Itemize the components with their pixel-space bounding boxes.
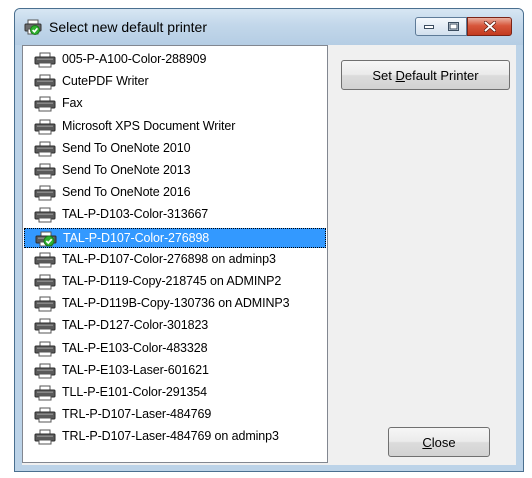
printer-icon xyxy=(34,119,56,135)
printer-icon xyxy=(34,207,56,223)
set-default-label-mnemonic: D xyxy=(395,67,405,83)
printer-icon xyxy=(34,96,56,112)
printer-list-item[interactable]: TLL-P-E101-Color-291354 xyxy=(24,383,326,403)
printer-list-item[interactable]: CutePDF Writer xyxy=(24,72,326,92)
printer-list-item[interactable]: TAL-P-D107-Color-276898 on adminp3 xyxy=(24,250,326,270)
printer-name: Fax xyxy=(62,96,83,111)
printer-name: 005-P-A100-Color-288909 xyxy=(62,52,207,66)
maximize-icon xyxy=(448,22,459,31)
printer-name: TRL-P-D107-Laser-484769 xyxy=(62,407,212,422)
printer-icon xyxy=(34,274,56,290)
printer-name: TAL-P-E103-Color-483328 xyxy=(62,340,208,355)
printer-name: TAL-P-D127-Color-301823 xyxy=(62,318,209,333)
printer-check-icon xyxy=(24,19,42,35)
default-printer-check-icon xyxy=(35,231,57,247)
printer-list-item[interactable]: TAL-P-D127-Color-301823 xyxy=(24,316,326,336)
printer-name: TAL-P-D103-Color-313667 xyxy=(62,207,209,222)
set-default-printer-button[interactable]: Set Default Printer xyxy=(341,60,510,90)
set-default-label-before: Set xyxy=(372,67,396,83)
printer-name: TAL-P-D107-Color-276898 xyxy=(63,230,210,245)
printer-icon xyxy=(34,296,56,312)
printer-list-item[interactable]: TAL-P-D119-Copy-218745 on ADMINP2 xyxy=(24,272,326,292)
close-button[interactable]: Close xyxy=(388,427,490,457)
minimize-icon xyxy=(423,24,434,29)
printer-list-item[interactable]: Send To OneNote 2016 xyxy=(24,183,326,203)
printer-name: CutePDF Writer xyxy=(62,74,149,89)
printer-listbox[interactable]: 005-P-A100-Color-288909 CutePDF Writer F… xyxy=(22,45,328,463)
close-label-after: lose xyxy=(431,434,456,450)
printer-list-item[interactable]: 005-P-A100-Color-288909 xyxy=(24,50,326,70)
printer-name: TLL-P-E101-Color-291354 xyxy=(62,385,208,399)
printer-icon xyxy=(34,407,56,423)
close-window-button[interactable] xyxy=(467,17,512,36)
printer-list-item[interactable]: Fax xyxy=(24,94,326,114)
printer-icon xyxy=(34,163,56,179)
printer-list-item[interactable]: TAL-P-D107-Color-276898 xyxy=(24,227,326,248)
window-title: Select new default printer xyxy=(49,19,207,35)
printer-icon xyxy=(34,74,56,90)
close-x-icon xyxy=(483,21,496,32)
printer-icon xyxy=(34,341,56,357)
printer-list-item[interactable]: TAL-P-D119B-Copy-130736 on ADMINP3 xyxy=(24,294,326,314)
minimize-button[interactable] xyxy=(415,17,442,36)
printer-list-item[interactable]: TAL-P-D103-Color-313667 xyxy=(24,205,326,225)
printer-list-item[interactable]: Send To OneNote 2013 xyxy=(24,161,326,181)
printer-icon xyxy=(34,363,56,379)
title-bar[interactable]: Select new default printer xyxy=(15,9,523,45)
maximize-button[interactable] xyxy=(441,17,467,36)
printer-name: TAL-P-E103-Laser-601621 xyxy=(62,362,209,377)
printer-icon xyxy=(34,429,56,445)
printer-list-item[interactable]: Send To OneNote 2010 xyxy=(24,139,326,159)
printer-list-item[interactable]: TAL-P-E103-Laser-601621 xyxy=(24,361,326,381)
printer-icon xyxy=(34,52,56,68)
printer-list-item[interactable]: TAL-P-E103-Color-483328 xyxy=(24,339,326,359)
printer-icon xyxy=(34,385,56,401)
close-label-mnemonic: C xyxy=(422,434,432,450)
printer-icon xyxy=(34,185,56,201)
printer-name: TAL-P-D107-Color-276898 on adminp3 xyxy=(62,251,276,266)
printer-name: Send To OneNote 2010 xyxy=(62,140,191,155)
dialog-window: Select new default printer 005-P-A100-Co… xyxy=(14,8,524,472)
printer-icon xyxy=(34,252,56,268)
dialog-client-area: 005-P-A100-Color-288909 CutePDF Writer F… xyxy=(22,45,516,465)
printer-name: TAL-P-D119-Copy-218745 on ADMINP2 xyxy=(62,274,282,288)
printer-name: TRL-P-D107-Laser-484769 on adminp3 xyxy=(62,429,279,444)
printer-list-item[interactable]: TRL-P-D107-Laser-484769 on adminp3 xyxy=(24,427,326,447)
printer-name: Send To OneNote 2013 xyxy=(62,163,191,177)
printer-icon xyxy=(34,141,56,157)
printer-name: TAL-P-D119B-Copy-130736 on ADMINP3 xyxy=(62,296,290,311)
printer-list-item[interactable]: TRL-P-D107-Laser-484769 xyxy=(24,405,326,425)
printer-name: Send To OneNote 2016 xyxy=(62,185,191,200)
printer-icon xyxy=(34,318,56,334)
set-default-label-after: efault Printer xyxy=(404,67,479,83)
printer-name: Microsoft XPS Document Writer xyxy=(62,118,236,133)
printer-list-item[interactable]: Microsoft XPS Document Writer xyxy=(24,117,326,137)
